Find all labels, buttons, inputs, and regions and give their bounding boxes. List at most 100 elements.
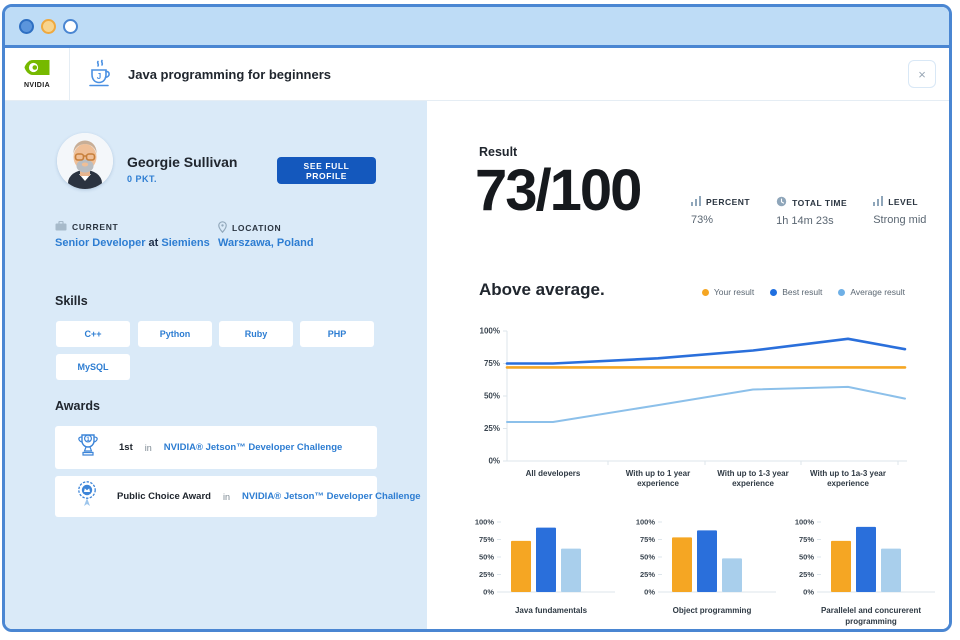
- stat-total-time: TOTAL TIME 1h 14m 23s: [776, 196, 848, 227]
- window-control-maximize[interactable]: [63, 18, 78, 34]
- legend-item-average-result: Average result: [838, 287, 905, 297]
- award-connector: in: [222, 491, 230, 502]
- line-series-best-result: [505, 337, 907, 365]
- bar-your-result: [672, 537, 692, 592]
- window-control-close[interactable]: [19, 18, 34, 34]
- bar-best-result: [697, 530, 717, 592]
- verdict-heading: Above average.: [479, 280, 605, 299]
- bar-chart-title: Parallelel and concurerent programming: [820, 606, 922, 626]
- svg-text:100%: 100%: [795, 518, 814, 527]
- location-label: LOCATION: [218, 221, 281, 235]
- page-title: Java programming for beginners: [128, 66, 331, 82]
- svg-text:25%: 25%: [799, 570, 814, 579]
- bar-best-result: [856, 526, 876, 592]
- location-pin-icon: [218, 221, 227, 235]
- stat-value: 73%: [691, 214, 714, 226]
- window-titlebar: [5, 7, 949, 48]
- stat-value: 1h 14m 23s: [776, 215, 834, 227]
- app-window: NVIDIA J Java programming for beginners …: [2, 4, 952, 632]
- skill-pill-ruby[interactable]: Ruby: [219, 321, 293, 347]
- score-value: 73/100: [475, 158, 642, 223]
- skill-pill-php[interactable]: PHP: [300, 321, 374, 347]
- legend-item-your-result: Your result: [701, 287, 754, 297]
- award-row-first-place: 1 1st in NVIDIA® Jetson™ Developer Chall…: [55, 426, 377, 469]
- award-event-link[interactable]: NVIDIA® Jetson™ Developer Challenge: [164, 442, 343, 453]
- svg-text:50%: 50%: [479, 553, 494, 562]
- profile-sidebar: Georgie Sullivan 0 PKT. SEE FULL PROFILE…: [5, 101, 427, 629]
- svg-text:75%: 75%: [640, 535, 655, 544]
- legend-dot: [770, 288, 778, 296]
- result-panel: Result 73/100 PERCENT 73% TOTAL TIME 1h …: [427, 101, 949, 629]
- svg-text:With up to 1-3 yearexperience: With up to 1-3 year experience: [717, 469, 789, 488]
- svg-text:50%: 50%: [799, 553, 814, 562]
- svg-text:With up to 1 yearexperience: With up to 1 year experience: [626, 469, 690, 488]
- svg-text:25%: 25%: [479, 570, 494, 579]
- avatar: [57, 133, 113, 189]
- skill-pill-python[interactable]: Python: [138, 321, 212, 347]
- skill-pill-cpp[interactable]: C++: [56, 321, 130, 347]
- profile-name: Georgie Sullivan: [127, 154, 238, 170]
- clock-icon: [776, 196, 787, 209]
- svg-text:0%: 0%: [488, 457, 500, 466]
- bar-best-result: [536, 527, 556, 592]
- award-title: Public Choice Award: [117, 491, 211, 502]
- location-value[interactable]: Warszawa, Poland: [218, 237, 314, 249]
- nvidia-logo: NVIDIA: [5, 48, 70, 100]
- bar-chart-icon: [873, 196, 884, 208]
- bar-your-result: [511, 540, 531, 592]
- svg-text:75%: 75%: [479, 535, 494, 544]
- svg-text:25%: 25%: [484, 424, 500, 433]
- skills-heading: Skills: [55, 294, 88, 308]
- svg-text:100%: 100%: [475, 518, 494, 527]
- axes: 0% 25% 50% 75% 100% All developers With up to …: [480, 327, 907, 488]
- results-line-chart: 0% 25% 50% 75% 100% All developers With up to …: [473, 321, 915, 504]
- svg-text:All developers: All developers: [526, 469, 581, 478]
- nvidia-logo-text: NVIDIA: [23, 82, 51, 89]
- header: NVIDIA J Java programming for beginners …: [5, 48, 949, 101]
- bar-chart-title: Java fundamentals: [514, 606, 588, 615]
- close-icon[interactable]: ×: [908, 60, 936, 88]
- stat-level: LEVEL Strong mid: [873, 196, 927, 226]
- award-connector: in: [144, 442, 152, 453]
- bar-chart-java-fundamentals: 0% 25% 50% 75% 100% Java fundamentals: [475, 517, 627, 617]
- svg-text:75%: 75%: [484, 359, 500, 368]
- java-cup-icon: J: [70, 48, 116, 100]
- see-full-profile-button[interactable]: SEE FULL PROFILE: [277, 157, 376, 184]
- bar-chart-parallel-programming: 0% 25% 50% 75% 100% Parallelel and concurere…: [795, 517, 947, 628]
- svg-text:50%: 50%: [640, 553, 655, 562]
- bar-chart-title: Object programming: [672, 606, 752, 615]
- trophy-icon: 1: [73, 430, 103, 465]
- line-series-average-result: [506, 385, 906, 423]
- svg-text:0%: 0%: [483, 588, 494, 597]
- chart-legend: Your result Best result Average result: [701, 287, 905, 297]
- svg-text:0%: 0%: [644, 588, 655, 597]
- legend-dot: [701, 288, 709, 296]
- svg-text:100%: 100%: [636, 518, 655, 527]
- svg-text:25%: 25%: [640, 570, 655, 579]
- window-control-minimize[interactable]: [41, 18, 56, 34]
- bar-chart-icon: [691, 196, 701, 208]
- briefcase-icon: [55, 220, 67, 233]
- profile-points: 0 PKT.: [127, 174, 158, 184]
- current-label: CURRENT: [55, 220, 118, 233]
- legend-item-best-result: Best result: [770, 287, 822, 297]
- award-row-public-choice: Public Choice Award in NVIDIA® Jetson™ D…: [55, 476, 421, 517]
- svg-text:75%: 75%: [799, 535, 814, 544]
- svg-text:100%: 100%: [480, 327, 500, 336]
- bar-average-result: [881, 548, 901, 592]
- nvidia-logo-icon: [24, 59, 50, 81]
- awards-heading: Awards: [55, 399, 100, 413]
- stat-percent: PERCENT 73%: [691, 196, 751, 226]
- svg-text:With up to 1a-3 yearexperience: With up to 1a-3 year experience: [810, 469, 886, 488]
- legend-dot: [838, 288, 846, 296]
- bar-your-result: [831, 540, 851, 592]
- current-value[interactable]: Senior Developer at Siemiens: [55, 237, 210, 249]
- stat-value: Strong mid: [873, 214, 927, 226]
- skill-pill-mysql[interactable]: MySQL: [56, 354, 130, 380]
- bar-average-result: [561, 548, 581, 592]
- svg-text:50%: 50%: [484, 392, 500, 401]
- svg-text:J: J: [97, 72, 101, 81]
- medal-icon: [73, 479, 101, 514]
- award-event-link[interactable]: NVIDIA® Jetson™ Developer Challenge: [242, 491, 421, 502]
- stats-row: PERCENT 73% TOTAL TIME 1h 14m 23s LEVEL …: [691, 196, 926, 227]
